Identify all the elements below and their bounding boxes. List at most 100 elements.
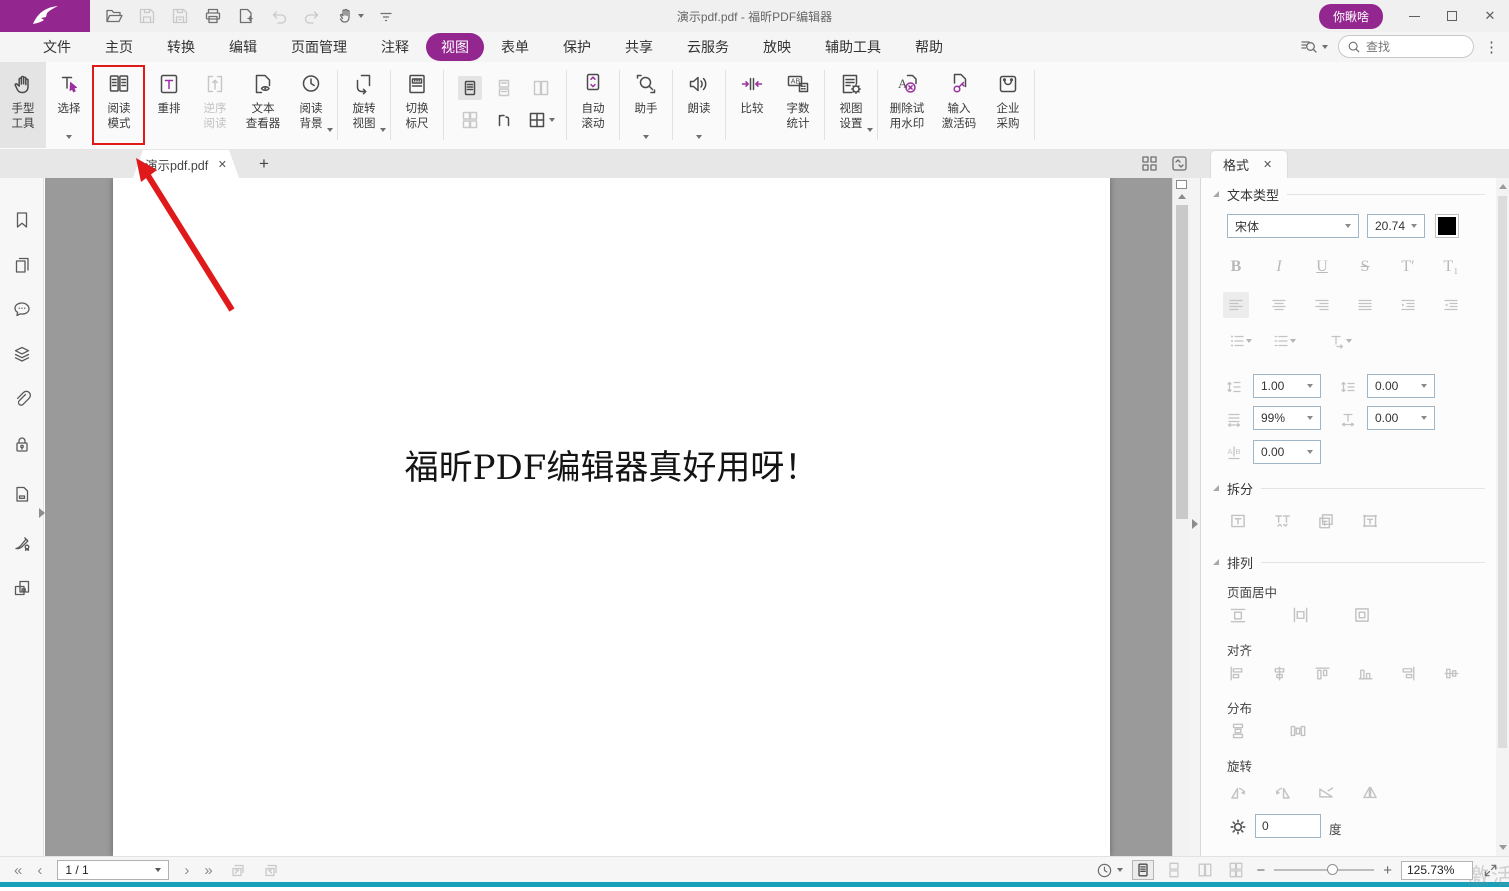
status-facing-continuous-button[interactable] xyxy=(1225,860,1247,880)
close-tab-icon[interactable]: ✕ xyxy=(218,158,227,171)
align-objects-right-button[interactable] xyxy=(1395,660,1421,686)
new-tab-button[interactable]: + xyxy=(252,152,276,176)
character-scale-select[interactable]: 99% xyxy=(1253,406,1321,430)
close-panel-icon[interactable]: ✕ xyxy=(1263,158,1272,171)
ribbon-compare-button[interactable]: 比较 xyxy=(729,62,775,148)
status-facing-button[interactable] xyxy=(1194,860,1216,880)
decrease-indent-button[interactable] xyxy=(1438,292,1464,318)
facing-mode-button[interactable] xyxy=(529,76,553,100)
ribbon-assistant-button[interactable]: 助手 xyxy=(623,62,669,148)
previous-page-button[interactable]: ‹ xyxy=(37,863,42,878)
panel-divider[interactable] xyxy=(1190,178,1200,856)
ribbon-text-viewer-button[interactable]: 文本 查看器 xyxy=(238,62,288,148)
ribbon-hand-tool-button[interactable]: 手型 工具 xyxy=(0,62,46,148)
scroll-down-arrow-icon[interactable] xyxy=(1499,845,1507,850)
overflow-menu-button[interactable]: ⋮ xyxy=(1484,38,1499,56)
document-scrollbar[interactable] xyxy=(1172,178,1190,856)
reading-background-quick-button[interactable] xyxy=(1096,862,1123,879)
align-objects-top-button[interactable] xyxy=(1309,660,1335,686)
center-vertically-button[interactable] xyxy=(1225,602,1251,628)
increase-indent-button[interactable] xyxy=(1395,292,1421,318)
document-area[interactable]: 福昕PDF编辑器真好用呀！ xyxy=(45,178,1172,856)
align-center-button[interactable] xyxy=(1266,292,1292,318)
font-size-select[interactable]: 20.74 xyxy=(1367,214,1425,238)
menu-view-active[interactable]: 视图 xyxy=(426,33,484,61)
superscript-button[interactable]: T′ xyxy=(1395,254,1421,280)
paragraph-spacing-select[interactable]: 0.00 xyxy=(1367,374,1435,398)
align-objects-middle-button[interactable] xyxy=(1438,660,1464,686)
split-options-button[interactable] xyxy=(525,108,558,132)
align-objects-left-button[interactable] xyxy=(1223,660,1249,686)
align-objects-bottom-button[interactable] xyxy=(1352,660,1378,686)
zoom-level-input[interactable]: 125.73% xyxy=(1401,861,1473,880)
format-panel-tab[interactable]: 格式 ✕ xyxy=(1210,150,1288,178)
status-continuous-button[interactable] xyxy=(1163,860,1185,880)
menu-home[interactable]: 主页 xyxy=(88,33,150,61)
menu-form[interactable]: 表单 xyxy=(484,33,546,61)
ribbon-reverse-reading-button[interactable]: 逆序 阅读 xyxy=(192,62,238,148)
ribbon-enterprise-purchase-button[interactable]: 企业 采购 xyxy=(985,62,1031,148)
kerning-select[interactable]: 0.00 xyxy=(1253,440,1321,464)
line-spacing-select[interactable]: 1.00 xyxy=(1253,374,1321,398)
text-box-handles-button[interactable] xyxy=(1357,508,1383,534)
ribbon-toggle-ruler-button[interactable]: 切换 标尺 xyxy=(394,62,440,148)
search-settings-button[interactable] xyxy=(1299,37,1328,56)
attachments-panel-button[interactable] xyxy=(12,389,32,409)
bullet-list-button[interactable] xyxy=(1223,328,1257,354)
tab-grid-icon[interactable] xyxy=(1140,154,1159,173)
ribbon-enter-activation-code-button[interactable]: 输入 激活码 xyxy=(933,62,985,148)
undo-button[interactable] xyxy=(269,6,289,26)
split-handle-icon[interactable] xyxy=(1176,180,1187,189)
save-button[interactable] xyxy=(137,6,157,26)
zoom-in-button[interactable]: + xyxy=(1383,862,1392,879)
menu-protect[interactable]: 保护 xyxy=(546,33,608,61)
signature-panel-button[interactable] xyxy=(12,532,32,552)
linked-content-panel-button[interactable] xyxy=(12,578,32,598)
minimize-button[interactable] xyxy=(1395,0,1433,32)
layers-panel-button[interactable] xyxy=(12,344,32,364)
ribbon-reading-background-button[interactable]: 阅读 背景 xyxy=(288,62,334,148)
zoom-out-button[interactable]: − xyxy=(1256,862,1265,879)
new-document-button[interactable] xyxy=(236,6,256,26)
ribbon-remove-trial-watermark-button[interactable]: A 删除试 用水印 xyxy=(881,62,933,148)
save-as-button[interactable] xyxy=(170,6,190,26)
print-button[interactable] xyxy=(203,6,223,26)
distribute-vertically-button[interactable] xyxy=(1225,718,1251,744)
previous-view-button[interactable] xyxy=(228,861,246,879)
underline-button[interactable]: U xyxy=(1309,254,1335,280)
panel-collapse-arrow-icon[interactable] xyxy=(1192,519,1198,529)
align-objects-center-button[interactable] xyxy=(1266,660,1292,686)
menu-file[interactable]: 文件 xyxy=(26,33,88,61)
menu-comment[interactable]: 注释 xyxy=(364,33,426,61)
find-box[interactable] xyxy=(1338,35,1474,58)
merge-text-button[interactable] xyxy=(1269,508,1295,534)
menu-accessibility[interactable]: 辅助工具 xyxy=(808,33,898,61)
panel-scrollbar[interactable] xyxy=(1496,178,1509,856)
rotate-right-button[interactable] xyxy=(1270,780,1296,806)
tab-switch-icon[interactable] xyxy=(1170,154,1189,173)
page-indicator-select[interactable]: 1 / 1 xyxy=(57,860,169,880)
text-direction-button[interactable] xyxy=(1323,328,1357,354)
center-horizontally-button[interactable] xyxy=(1287,602,1313,628)
menu-edit[interactable]: 编辑 xyxy=(212,33,274,61)
ribbon-rotate-view-button[interactable]: 旋转 视图 xyxy=(341,62,387,148)
page-thumbnails-button[interactable] xyxy=(12,255,32,275)
bold-button[interactable]: B xyxy=(1223,254,1249,280)
rotation-angle-input[interactable] xyxy=(1255,814,1321,838)
single-page-mode-button[interactable] xyxy=(458,76,482,100)
zoom-slider[interactable] xyxy=(1274,860,1374,880)
fullscreen-button[interactable] xyxy=(1482,862,1499,879)
scroll-up-arrow-icon[interactable] xyxy=(1499,184,1507,189)
next-page-button[interactable]: › xyxy=(184,863,189,878)
comments-panel-button[interactable] xyxy=(12,299,32,319)
bookmarks-panel-button[interactable] xyxy=(12,210,32,230)
align-right-button[interactable] xyxy=(1309,292,1335,318)
ribbon-auto-scroll-button[interactable]: 自动 滚动 xyxy=(570,62,616,148)
open-file-button[interactable] xyxy=(104,6,124,26)
section-split[interactable]: 拆分 xyxy=(1213,480,1485,496)
distribute-horizontally-button[interactable] xyxy=(1285,718,1311,744)
align-left-button[interactable] xyxy=(1223,292,1249,318)
promo-button[interactable]: 你瞅啥 xyxy=(1319,4,1383,29)
redo-button[interactable] xyxy=(302,6,322,26)
font-family-select[interactable]: 宋体 xyxy=(1227,214,1359,238)
